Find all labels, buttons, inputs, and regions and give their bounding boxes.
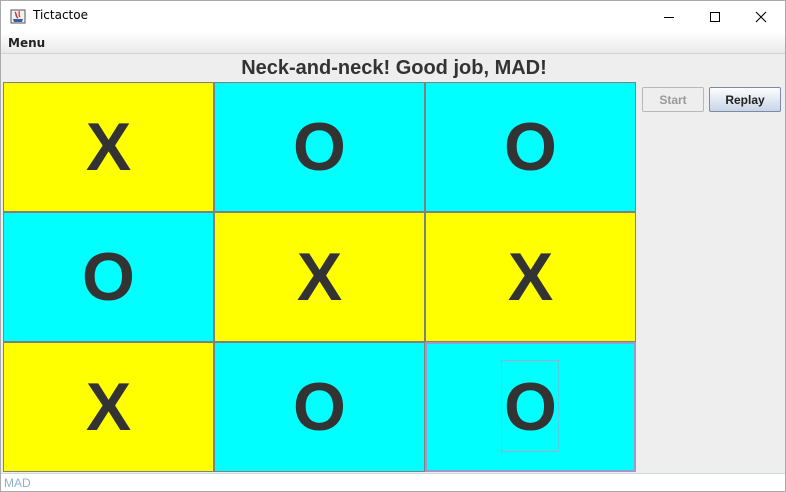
replay-button[interactable]: Replay bbox=[709, 87, 781, 112]
game-status-message: Neck-and-neck! Good job, MAD! bbox=[241, 57, 547, 79]
maximize-icon bbox=[709, 11, 721, 23]
status-bar: MAD bbox=[1, 473, 785, 491]
board-cell-4[interactable]: X bbox=[214, 212, 425, 342]
menu-bar: Menu bbox=[1, 32, 785, 54]
board-cell-0[interactable]: X bbox=[3, 82, 214, 212]
board-cell-3[interactable]: O bbox=[3, 212, 214, 342]
app-window: Tictactoe Menu Neck-and-neck! Good job, … bbox=[0, 0, 786, 492]
close-button[interactable] bbox=[738, 1, 784, 32]
cell-mark: X bbox=[507, 239, 554, 315]
cell-mark: O bbox=[82, 239, 135, 315]
title-bar[interactable]: Tictactoe bbox=[1, 1, 785, 32]
cell-mark: O bbox=[293, 369, 346, 445]
maximize-button[interactable] bbox=[692, 1, 738, 32]
cell-mark: O bbox=[504, 369, 557, 445]
window-title: Tictactoe bbox=[33, 8, 88, 22]
player-name-label: MAD bbox=[4, 476, 31, 490]
board-cell-6[interactable]: X bbox=[3, 342, 214, 472]
cell-mark: X bbox=[85, 109, 132, 185]
java-app-icon bbox=[10, 8, 26, 24]
board-cell-8[interactable]: O bbox=[425, 342, 636, 472]
close-icon bbox=[755, 11, 767, 23]
game-board: X O O O X X X O O bbox=[3, 82, 636, 472]
board-cell-5[interactable]: X bbox=[425, 212, 636, 342]
cell-mark: X bbox=[85, 369, 132, 445]
minimize-button[interactable] bbox=[646, 1, 692, 32]
cell-mark: O bbox=[504, 109, 557, 185]
start-button[interactable]: Start bbox=[642, 87, 704, 112]
board-cell-2[interactable]: O bbox=[425, 82, 636, 212]
minimize-icon bbox=[663, 11, 675, 23]
cell-mark: X bbox=[296, 239, 343, 315]
board-cell-7[interactable]: O bbox=[214, 342, 425, 472]
board-cell-1[interactable]: O bbox=[214, 82, 425, 212]
cell-mark: O bbox=[293, 109, 346, 185]
menu-item-menu[interactable]: Menu bbox=[8, 36, 45, 50]
